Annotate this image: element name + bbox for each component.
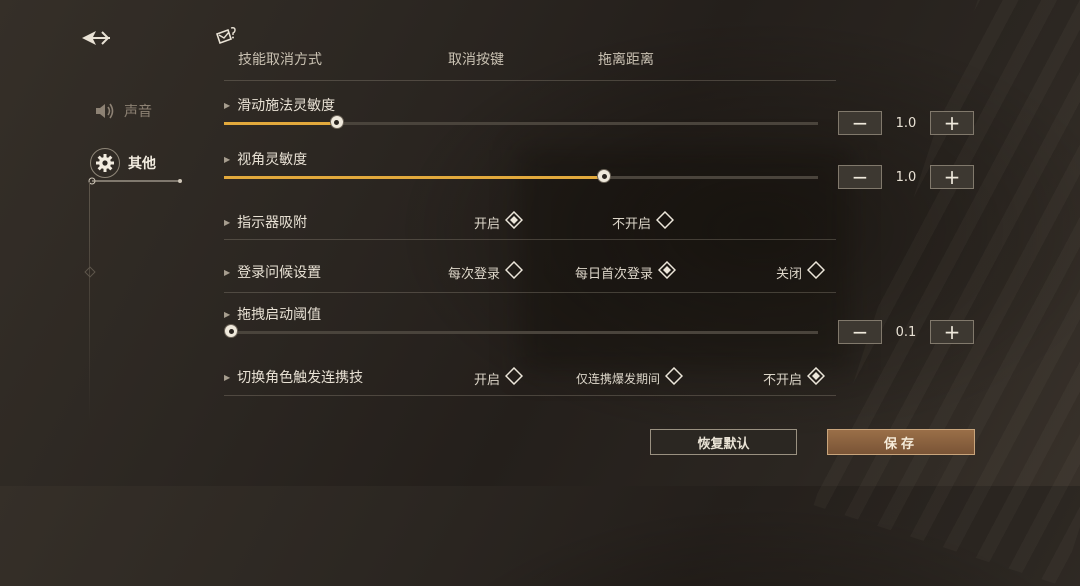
view-angle-stepper: − 1.0 + — [838, 165, 974, 189]
nav-divider-line — [89, 182, 90, 422]
option-label: 不开启 — [763, 372, 803, 388]
cut-row-option-1[interactable]: 取消按键 — [448, 52, 504, 68]
view-angle-title: ▶ 视角灵敏度 — [224, 149, 307, 169]
slide-cast-fill — [224, 122, 337, 125]
slide-cast-title: ▶ 滑动施法灵敏度 — [224, 95, 335, 115]
cut-row-option-2[interactable]: 拖离距离 — [598, 52, 654, 68]
view-angle-value: 1.0 — [895, 169, 917, 185]
background-light-stripes — [813, 0, 1080, 586]
row-separator — [224, 292, 836, 293]
indicator-snap-title: ▶ 指示器吸附 — [224, 212, 307, 232]
nav-label-sound: 声音 — [124, 104, 152, 120]
view-angle-plus-button[interactable]: + — [930, 165, 974, 189]
nav-item-sound[interactable]: 声音 — [94, 101, 152, 121]
drag-threshold-value: 0.1 — [895, 324, 917, 340]
slide-cast-slider[interactable] — [224, 115, 818, 129]
nav-divider-mark — [84, 266, 96, 278]
slide-cast-minus-button[interactable]: − — [838, 111, 882, 135]
save-button[interactable]: 保存 — [827, 429, 975, 455]
view-angle-fill — [224, 176, 605, 179]
diamond-radio-icon — [664, 366, 684, 389]
switch-combo-option-on[interactable]: 开启 — [474, 366, 524, 389]
diamond-radio-icon — [504, 260, 524, 283]
option-label: 开启 — [474, 372, 501, 388]
option-label: 仅连携爆发期间 — [576, 371, 661, 386]
option-label: 每日首次登录 — [575, 266, 654, 282]
row-separator — [224, 80, 836, 81]
option-label: 开启 — [474, 216, 501, 232]
speaker-icon — [96, 103, 114, 119]
drag-threshold-knob[interactable] — [224, 324, 238, 338]
drag-threshold-slider[interactable] — [224, 324, 818, 338]
row-marker-icon: ▶ — [224, 267, 231, 277]
row-marker-icon: ▶ — [224, 154, 231, 164]
login-greeting-option-every[interactable]: 每次登录 — [448, 260, 524, 283]
drag-threshold-plus-button[interactable]: + — [930, 320, 974, 344]
slide-cast-knob[interactable] — [329, 115, 344, 129]
option-label: 不开启 — [612, 216, 652, 232]
diamond-radio-icon — [806, 260, 826, 283]
login-greeting-option-daily[interactable]: 每日首次登录 — [575, 260, 677, 283]
switch-combo-option-burst[interactable]: 仅连携爆发期间 — [576, 366, 684, 389]
indicator-snap-label: 指示器吸附 — [237, 215, 308, 231]
login-greeting-label: 登录问候设置 — [237, 265, 322, 281]
background-shadow — [520, 150, 850, 370]
diamond-radio-icon — [655, 210, 675, 233]
login-greeting-option-off[interactable]: 关闭 — [776, 260, 826, 283]
diamond-radio-icon — [657, 260, 677, 283]
reset-defaults-button[interactable]: 恢复默认 — [650, 429, 797, 455]
view-angle-minus-button[interactable]: − — [838, 165, 882, 189]
back-arrow-icon[interactable] — [80, 28, 112, 48]
row-marker-icon: ▶ — [224, 309, 231, 319]
diamond-radio-icon — [504, 210, 524, 233]
feedback-icon[interactable] — [214, 26, 238, 48]
login-greeting-title: ▶ 登录问候设置 — [224, 262, 321, 282]
switch-combo-label: 切换角色触发连携技 — [237, 370, 364, 386]
drag-threshold-label: 拖拽启动阈值 — [237, 307, 322, 323]
cut-row-label: 技能取消方式 — [238, 52, 322, 68]
slide-cast-plus-button[interactable]: + — [930, 111, 974, 135]
slide-cast-label: 滑动施法灵敏度 — [237, 98, 336, 114]
nav-active-underline — [88, 171, 184, 185]
switch-combo-option-off[interactable]: 不开启 — [763, 366, 826, 389]
diamond-radio-icon — [504, 366, 524, 389]
option-label: 关闭 — [776, 266, 803, 282]
view-angle-label: 视角灵敏度 — [237, 152, 308, 168]
drag-threshold-stepper: − 0.1 + — [838, 320, 974, 344]
row-marker-icon: ▶ — [224, 372, 231, 382]
drag-threshold-title: ▶ 拖拽启动阈值 — [224, 304, 321, 324]
drag-threshold-minus-button[interactable]: − — [838, 320, 882, 344]
slide-cast-value: 1.0 — [895, 115, 917, 131]
row-marker-icon: ▶ — [224, 217, 231, 227]
indicator-snap-option-on[interactable]: 开启 — [474, 210, 524, 233]
nav-label-other: 其他 — [128, 156, 156, 172]
row-separator — [224, 395, 836, 396]
row-separator — [224, 239, 836, 240]
view-angle-slider[interactable] — [224, 169, 818, 183]
option-label: 每次登录 — [448, 266, 501, 282]
indicator-snap-option-off[interactable]: 不开启 — [612, 210, 675, 233]
switch-combo-title: ▶ 切换角色触发连携技 — [224, 367, 363, 387]
slide-cast-stepper: − 1.0 + — [838, 111, 974, 135]
row-marker-icon: ▶ — [224, 100, 231, 110]
diamond-radio-icon — [806, 366, 826, 389]
